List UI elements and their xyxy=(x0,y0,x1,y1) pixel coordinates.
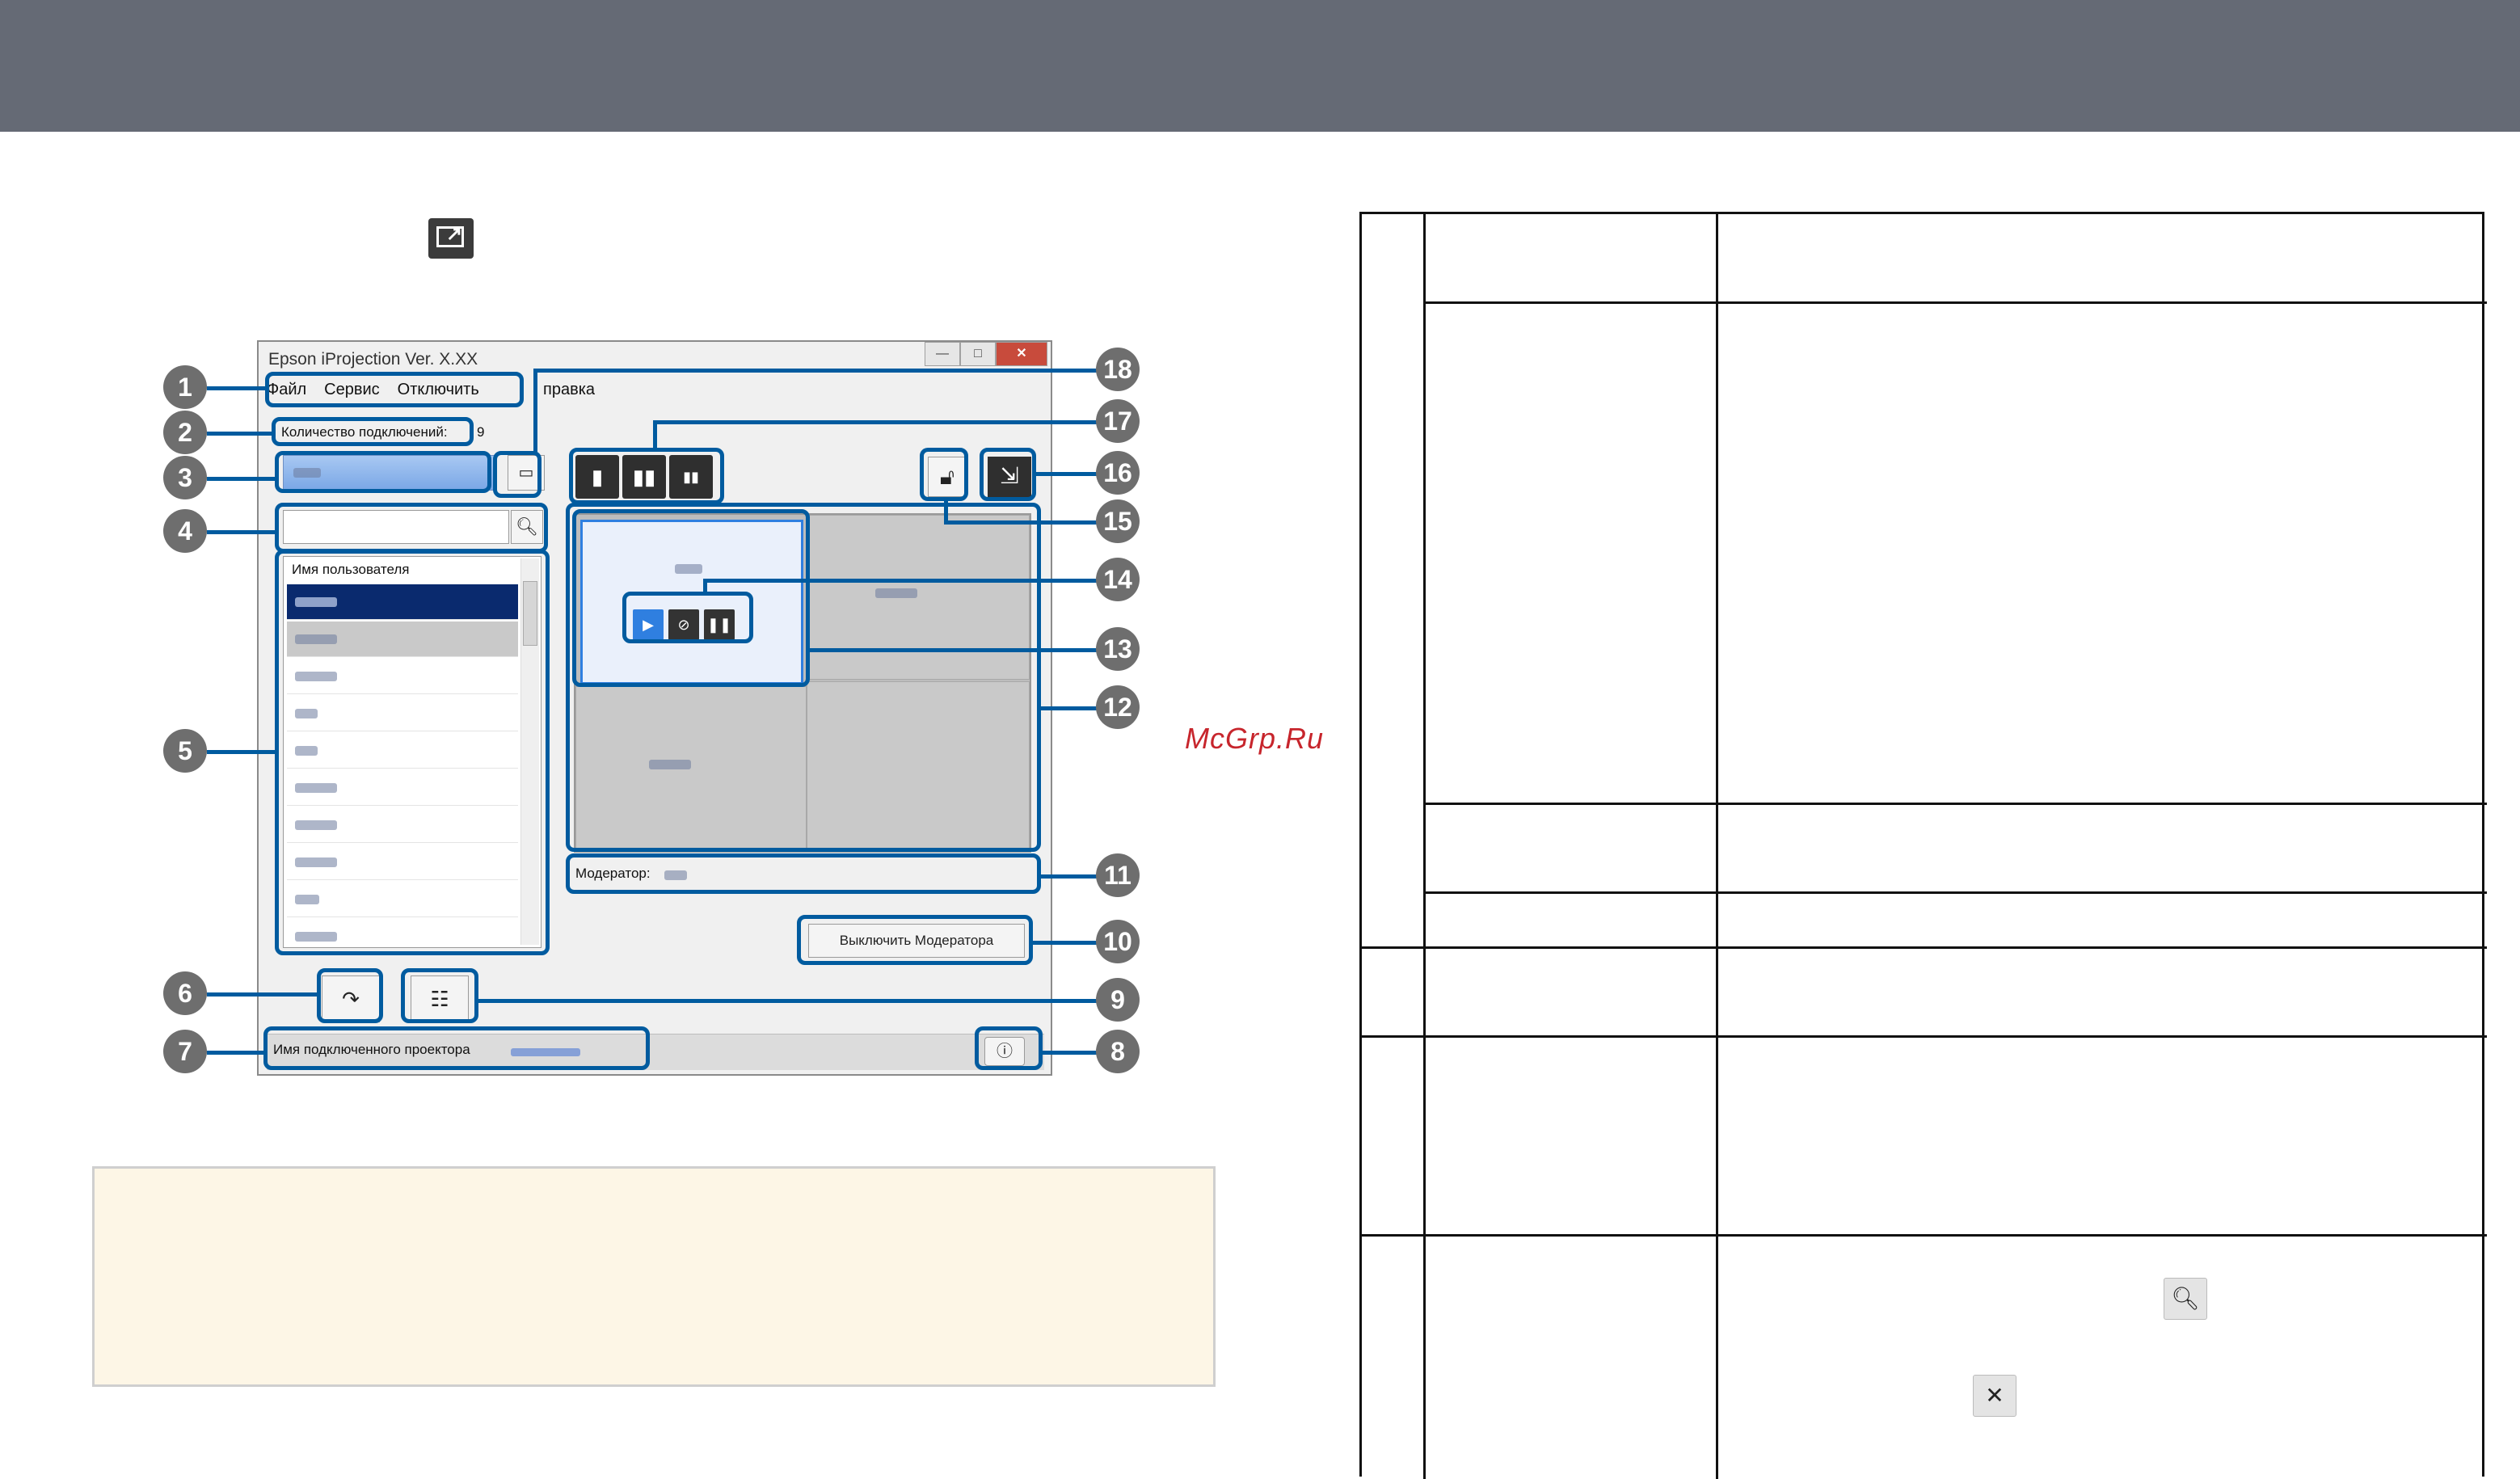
callout-highlight xyxy=(263,1026,650,1070)
header-bar xyxy=(0,0,2520,132)
callout-highlight xyxy=(920,448,968,501)
callout-number: 17 xyxy=(1096,399,1140,443)
close-button[interactable]: ✕ xyxy=(996,342,1047,366)
callout-number: 11 xyxy=(1096,853,1140,897)
watermark: McGrp.Ru xyxy=(1185,722,1325,755)
callout-number: 18 xyxy=(1096,348,1140,391)
callout-highlight xyxy=(275,451,491,493)
callout-number: 8 xyxy=(1096,1030,1140,1073)
callout-highlight xyxy=(980,448,1036,501)
window-controls: — □ ✕ xyxy=(925,342,1047,371)
callout-number: 14 xyxy=(1096,558,1140,601)
clear-search-icon: ✕ xyxy=(1973,1375,2016,1417)
callout-highlight xyxy=(317,968,383,1023)
callout-number: 15 xyxy=(1096,499,1140,543)
callout-highlight xyxy=(275,550,550,955)
callout-number: 5 xyxy=(163,729,207,773)
expand-window-icon: ↗ xyxy=(428,218,474,259)
search-icon: 🔍︎ xyxy=(2164,1278,2207,1320)
callout-number: 13 xyxy=(1096,627,1140,671)
callout-highlight xyxy=(569,448,724,504)
callout-number: 1 xyxy=(163,365,207,409)
callout-number: 3 xyxy=(163,456,207,499)
callout-number: 16 xyxy=(1096,451,1140,495)
callout-highlight xyxy=(401,968,478,1023)
minimize-button[interactable]: — xyxy=(925,342,960,366)
callout-highlight xyxy=(797,915,1033,965)
maximize-button[interactable]: □ xyxy=(960,342,996,366)
connection-count-value: 9 xyxy=(477,424,485,440)
callout-highlight xyxy=(275,503,548,553)
menu-help[interactable]: правка xyxy=(543,381,595,399)
callout-highlight xyxy=(566,853,1041,894)
callout-highlight xyxy=(622,592,753,643)
callout-highlight xyxy=(272,417,474,446)
callout-number: 6 xyxy=(163,971,207,1015)
note-box xyxy=(92,1166,1216,1387)
callout-highlight xyxy=(493,451,542,498)
callout-number: 2 xyxy=(163,411,207,454)
callout-number: 12 xyxy=(1096,685,1140,729)
window-title: Epson iProjection Ver. X.XX xyxy=(268,350,478,369)
callout-number: 4 xyxy=(163,509,207,553)
callout-highlight xyxy=(265,372,524,407)
callout-number: 9 xyxy=(1096,978,1140,1022)
description-table: 🔍︎ ✕ xyxy=(1359,212,2487,1479)
callout-highlight xyxy=(975,1026,1043,1070)
callout-number: 7 xyxy=(163,1030,207,1073)
callout-number: 10 xyxy=(1096,920,1140,963)
